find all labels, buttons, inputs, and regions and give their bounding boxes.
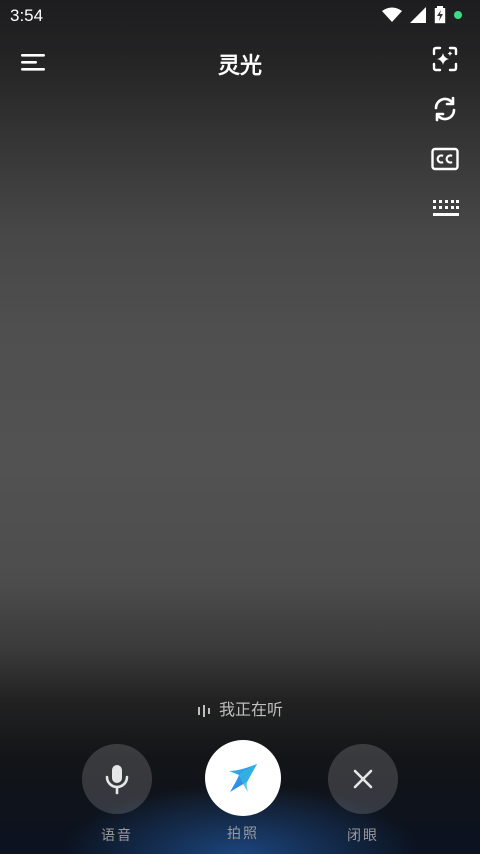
photo-button[interactable] <box>205 740 281 816</box>
refresh-button[interactable] <box>430 94 460 124</box>
sparkle-button[interactable] <box>430 44 460 74</box>
sparkle-frame-icon <box>432 46 458 72</box>
header: 灵光 <box>0 40 480 84</box>
audio-bars-icon <box>197 704 210 717</box>
voice-button[interactable] <box>82 744 152 814</box>
listening-indicator: 我正在听 <box>0 696 480 720</box>
closed-captions-icon <box>431 147 459 171</box>
close-control: 闭眼 <box>323 744 403 845</box>
status-icons <box>382 6 462 24</box>
right-toolbar <box>430 44 460 224</box>
voice-control: 语音 <box>77 744 157 845</box>
bottom-controls: 语音 拍照 闭眼 <box>0 740 480 852</box>
photo-label: 拍照 <box>227 826 259 842</box>
keyboard-button[interactable] <box>430 194 460 224</box>
close-label: 闭眼 <box>347 828 379 844</box>
close-eyes-button[interactable] <box>328 744 398 814</box>
keyboard-icon <box>433 200 459 216</box>
star-icon <box>229 764 257 792</box>
status-time: 3:54 <box>10 6 44 25</box>
battery-charging-icon <box>434 6 446 24</box>
wifi-icon <box>382 7 402 22</box>
status-dot <box>454 11 462 19</box>
signal-icon <box>410 7 426 23</box>
close-icon <box>353 769 373 789</box>
voice-label: 语音 <box>101 828 133 844</box>
status-bar: 3:54 <box>0 0 480 32</box>
refresh-icon <box>434 96 456 122</box>
captions-button[interactable] <box>430 144 460 174</box>
listening-text: 我正在听 <box>218 700 283 719</box>
microphone-icon <box>105 765 129 795</box>
photo-control: 拍照 <box>203 740 283 843</box>
page-title: 灵光 <box>217 54 262 79</box>
